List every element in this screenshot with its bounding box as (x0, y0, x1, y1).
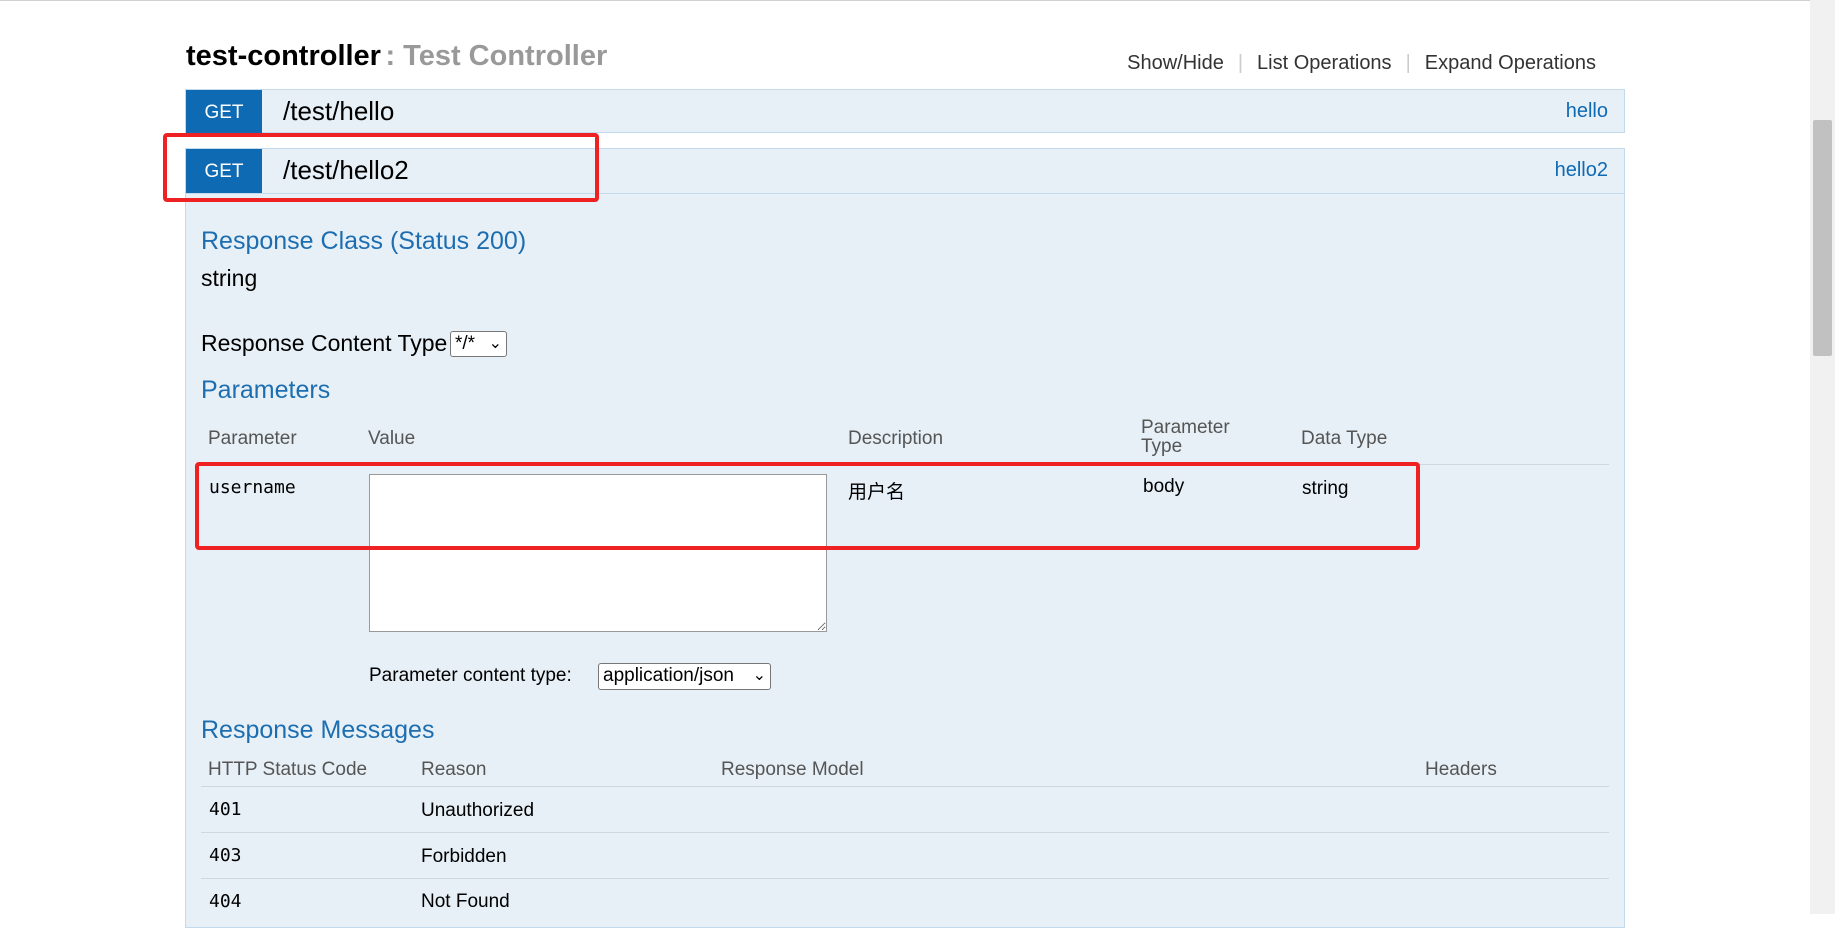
expand-operations-link[interactable]: Expand Operations (1411, 52, 1610, 74)
operation-nickname[interactable]: hello2 (1555, 159, 1608, 182)
highlight-box-operation (163, 133, 599, 202)
resp-reason: Forbidden (421, 846, 507, 867)
highlight-box-parameter (195, 462, 1420, 550)
controller-title[interactable]: test-controller (186, 40, 381, 72)
show-hide-link[interactable]: Show/Hide (1113, 52, 1238, 74)
param-col-type: Parameter Type (1141, 417, 1230, 457)
resp-col-code: HTTP Status Code (208, 759, 368, 780)
parameters-heading: Parameters (201, 376, 331, 404)
resp-col-reason: Reason (421, 759, 487, 780)
operation-nickname[interactable]: hello (1566, 100, 1608, 123)
param-col-datatype: Data Type (1301, 428, 1388, 449)
scrollbar-thumb[interactable] (1813, 120, 1832, 356)
param-col-description: Description (848, 428, 944, 449)
http-verb-badge[interactable]: GET (186, 90, 262, 134)
select-value: application/json (603, 665, 734, 686)
resp-col-headers: Headers (1425, 759, 1497, 780)
controller-subtitle: : Test Controller (385, 40, 608, 72)
response-content-type-select[interactable]: */* ⌄ (450, 331, 507, 357)
response-messages-heading: Response Messages (201, 716, 435, 744)
response-content-type-label: Response Content Type (201, 330, 448, 356)
scrollbar[interactable] (1810, 0, 1835, 914)
response-class-value: string (201, 265, 258, 291)
param-col-value: Value (368, 428, 416, 449)
controller-header: test-controller : Test Controller Show/H… (186, 40, 1610, 80)
resp-col-model: Response Model (721, 759, 864, 780)
header-links: Show/Hide | List Operations | Expand Operati… (1113, 52, 1610, 75)
resp-reason: Not Found (421, 891, 510, 912)
link-divider: | (1405, 52, 1411, 74)
operation-hello[interactable]: GET /test/hello hello (185, 89, 1625, 134)
resp-table-divider (201, 786, 1609, 787)
chevron-down-icon: ⌄ (488, 335, 502, 352)
resp-code: 404 (209, 891, 242, 912)
param-content-type-label: Parameter content type: (369, 665, 572, 686)
table-row-divider (201, 832, 1609, 833)
resp-code: 403 (209, 845, 242, 866)
chevron-down-icon: ⌄ (752, 667, 766, 684)
param-col-parameter: Parameter (208, 428, 297, 449)
select-value: */* (455, 333, 476, 354)
param-content-type-select[interactable]: application/json ⌄ (598, 663, 771, 690)
page-top-border (0, 0, 1810, 1)
resp-code: 401 (209, 799, 242, 820)
resp-reason: Unauthorized (421, 800, 535, 821)
response-class-heading: Response Class (Status 200) (201, 227, 527, 255)
table-row-divider (201, 878, 1609, 879)
operation-header[interactable]: GET /test/hello hello (186, 90, 1624, 134)
operation-path[interactable]: /test/hello (283, 96, 394, 127)
list-operations-link[interactable]: List Operations (1243, 52, 1406, 74)
